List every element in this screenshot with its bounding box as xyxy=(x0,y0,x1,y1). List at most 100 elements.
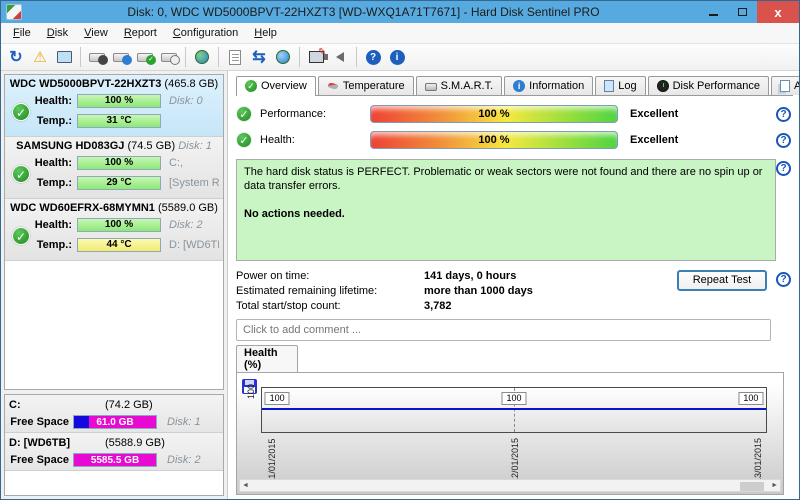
point-label: 100 xyxy=(265,392,290,405)
menu-configuration[interactable]: Configuration xyxy=(165,24,246,42)
x-tick-label: 13/01/2015 xyxy=(753,437,763,483)
log-page-icon xyxy=(604,80,614,92)
app-window: Disk: 0, WDC WD5000BPVT-22HXZT3 [WD-WXQ1… xyxy=(0,0,800,500)
partition-name: C: xyxy=(9,399,21,411)
thermometer-icon xyxy=(327,82,338,90)
chart-scrollbar[interactable]: ◄ ► xyxy=(239,479,781,492)
health-bar: 100 % xyxy=(77,218,161,232)
title-bar: Disk: 0, WDC WD5000BPVT-22HXZT3 [WD-WXQ1… xyxy=(1,1,799,23)
tab-temperature[interactable]: Temperature xyxy=(318,76,414,95)
stat-label: Power on time: xyxy=(236,269,424,284)
tab-overview[interactable]: ✓Overview xyxy=(236,76,316,95)
report-icon[interactable] xyxy=(223,46,247,68)
health-line xyxy=(262,408,766,410)
disk-gauge-icon[interactable] xyxy=(85,46,109,68)
help-icon[interactable]: ? xyxy=(776,107,791,122)
tab-bar: ✓Overview Temperature S.M.A.R.T. iInform… xyxy=(236,76,793,96)
disk-item-2[interactable]: WDC WD60EFRX-68MYMN1 (5589.0 GB) ✓ Healt… xyxy=(5,199,223,261)
health-bar: 100 % xyxy=(77,156,161,170)
disk-item-1[interactable]: SAMSUNG HD083GJ (74.5 GB) Disk: 1 ✓ Heal… xyxy=(5,137,223,199)
warning-icon[interactable]: ⚠ xyxy=(28,46,52,68)
repeat-test-button[interactable]: Repeat Test xyxy=(677,270,767,291)
disk-search-icon[interactable] xyxy=(157,46,181,68)
chart-tab-health[interactable]: Health (%) xyxy=(236,345,298,372)
disk-ok-icon: ✓ xyxy=(12,103,30,121)
sync-icon[interactable]: ⇆ xyxy=(247,46,271,68)
check-icon: ✓ xyxy=(245,80,257,92)
comment-input[interactable] xyxy=(236,319,771,341)
main-panel: ✓Overview Temperature S.M.A.R.T. iInform… xyxy=(228,71,799,499)
disk-number: Disk: 0 xyxy=(161,95,219,107)
free-space-label: Free Space xyxy=(9,416,73,428)
x-tick-label: 11/01/2015 xyxy=(267,437,277,483)
temp-note: [System Rese xyxy=(161,177,219,189)
disk-check-icon[interactable]: ✓ xyxy=(133,46,157,68)
scroll-left-icon[interactable]: ◄ xyxy=(242,482,249,489)
disk-ok-icon: ✓ xyxy=(12,227,30,245)
maximize-button[interactable] xyxy=(728,1,757,23)
window-title: Disk: 0, WDC WD5000BPVT-22HXZT3 [WD-WXQ1… xyxy=(28,5,699,19)
partition-item-d[interactable]: D: [WD6TB] (5588.9 GB) Free Space 5585.5… xyxy=(5,433,223,471)
help-icon[interactable]: ? xyxy=(776,272,791,287)
menu-view[interactable]: View xyxy=(76,24,116,42)
health-meter: 100 % xyxy=(370,131,618,149)
free-space-label: Free Space xyxy=(9,454,73,466)
monitor-icon[interactable] xyxy=(52,46,76,68)
point-label: 100 xyxy=(738,392,763,405)
tab-information[interactable]: iInformation xyxy=(504,76,593,95)
stat-label: Estimated remaining lifetime: xyxy=(236,284,424,299)
point-label: 100 xyxy=(501,392,526,405)
tab-disk-performance[interactable]: Disk Performance xyxy=(648,76,769,95)
menu-help[interactable]: Help xyxy=(246,24,285,42)
help-icon[interactable]: ? xyxy=(361,46,385,68)
statistics: Power on time:141 days, 0 hours Estimate… xyxy=(236,269,793,315)
tab-alerts[interactable]: Alerts xyxy=(771,76,800,95)
disk-title: WDC WD60EFRX-68MYMN1 (5589.0 GB) xyxy=(9,202,219,214)
disk-item-0[interactable]: WDC WD5000BPVT-22HXZT3 (465.8 GB) ✓ Heal… xyxy=(5,75,223,137)
scroll-thumb[interactable] xyxy=(740,482,764,491)
disk-sidebar: WDC WD5000BPVT-22HXZT3 (465.8 GB) ✓ Heal… xyxy=(1,71,228,499)
y-axis-label: 100 xyxy=(246,384,256,399)
disk-status-message: The hard disk status is PERFECT. Problem… xyxy=(236,159,776,261)
speaker-icon[interactable] xyxy=(328,46,352,68)
help-icon[interactable]: ? xyxy=(776,133,791,148)
minimize-button[interactable] xyxy=(699,1,728,23)
close-button[interactable]: x xyxy=(757,1,799,23)
menu-file[interactable]: File xyxy=(5,24,39,42)
health-chart-section: Health (%) 100 100 100 100 11/01/2015 12… xyxy=(236,345,793,495)
network-icon[interactable] xyxy=(271,46,295,68)
pages-icon xyxy=(780,80,790,92)
performance-label: Performance: xyxy=(260,108,355,120)
disk-list: WDC WD5000BPVT-22HXZT3 (465.8 GB) ✓ Heal… xyxy=(4,74,224,390)
app-logo-icon xyxy=(6,4,22,20)
disk-title: WDC WD5000BPVT-22HXZT3 (465.8 GB) xyxy=(9,78,219,90)
stat-label: Total start/stop count: xyxy=(236,299,424,314)
refresh-icon[interactable]: ↻ xyxy=(4,46,28,68)
menu-disk[interactable]: Disk xyxy=(39,24,76,42)
health-bar: 100 % xyxy=(77,94,161,108)
stat-value: 141 days, 0 hours xyxy=(424,269,516,284)
tab-log[interactable]: Log xyxy=(595,76,645,95)
stat-value: 3,782 xyxy=(424,299,452,314)
info-icon: i xyxy=(513,80,525,92)
tab-smart[interactable]: S.M.A.R.T. xyxy=(416,76,503,95)
partition-item-c[interactable]: C: (74.2 GB) Free Space 61.0 GB Disk: 1 xyxy=(5,395,223,433)
globe-disk-icon[interactable] xyxy=(190,46,214,68)
gauge-icon xyxy=(657,80,669,92)
disk-ok-icon: ✓ xyxy=(12,165,30,183)
menu-bar: File Disk View Report Configuration Help xyxy=(1,23,799,44)
help-icon[interactable]: ? xyxy=(776,161,791,176)
toolbar: ↻ ⚠ ✓ ⇆ ? i xyxy=(1,44,799,71)
stat-value: more than 1000 days xyxy=(424,284,533,299)
scroll-right-icon[interactable]: ► xyxy=(771,482,778,489)
free-space-bar: 5585.5 GB xyxy=(73,453,157,467)
free-space-bar: 61.0 GB xyxy=(73,415,157,429)
health-chart: 100 100 100 100 11/01/2015 12/01/2015 13… xyxy=(236,372,784,495)
menu-report[interactable]: Report xyxy=(116,24,165,42)
temp-bar: 44 °C xyxy=(77,238,161,252)
partition-list: C: (74.2 GB) Free Space 61.0 GB Disk: 1 xyxy=(4,394,224,496)
disk-clock-icon[interactable] xyxy=(109,46,133,68)
info-icon[interactable]: i xyxy=(385,46,409,68)
partition-size: (74.2 GB) xyxy=(105,399,153,411)
x-tick-label: 12/01/2015 xyxy=(510,437,520,483)
